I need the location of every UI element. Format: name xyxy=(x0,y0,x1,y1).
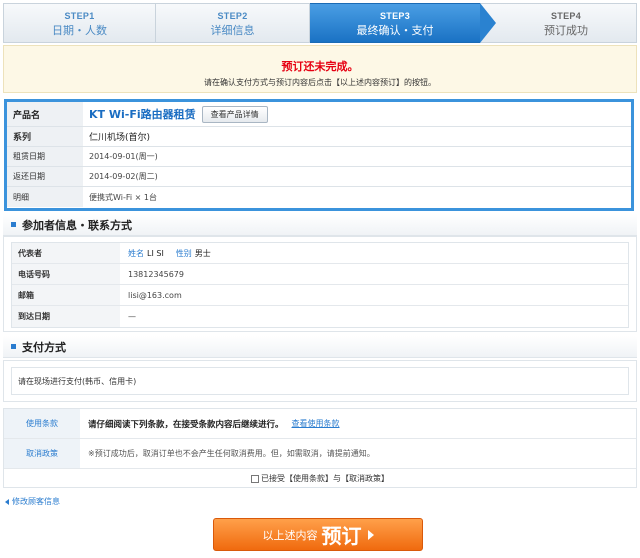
agree-terms-checkbox[interactable] xyxy=(251,474,259,483)
step-1-number: STEP1 xyxy=(64,11,95,21)
payment-panel: 请在现场进行支付(韩币、信用卡) xyxy=(3,360,637,402)
terms-label: 使用条款 xyxy=(4,409,80,438)
rent-date-value: 2014-09-01(周一) xyxy=(89,152,158,161)
step-3-active: STEP3 最终确认・支付 xyxy=(310,3,496,43)
chevron-right-icon xyxy=(367,529,374,540)
gender-tag: 性别 xyxy=(175,248,192,258)
product-summary-table: 产品名 KT Wi-Fi路由器租赁 查看产品详情 系列 仁川机场(首尔) 租赁日… xyxy=(4,99,634,211)
arrival-date-value: — xyxy=(128,312,136,321)
payment-section-header: 支付方式 xyxy=(3,336,637,358)
phone-row: 电话号码 13812345679 xyxy=(12,264,628,285)
step-progress-bar: STEP1 日期・人数 STEP2 详细信息 STEP3 最终确认・支付 STE… xyxy=(3,3,637,43)
step-3-number: STEP3 xyxy=(379,11,410,21)
terms-instruction: 请仔细阅读下列条款，在接受条款内容后继续进行。 xyxy=(88,419,284,430)
back-arrow-icon xyxy=(5,498,9,505)
rent-date-row: 租赁日期 2014-09-01(周一) xyxy=(7,147,631,167)
product-series-row: 系列 仁川机场(首尔) xyxy=(7,127,631,147)
step-1-label: 日期・人数 xyxy=(52,24,107,37)
submit-button-label: 预订 xyxy=(321,524,362,548)
step-4-label: 预订成功 xyxy=(544,24,588,37)
agree-terms-label[interactable]: 已接受【使用条款】与【取消政策】 xyxy=(261,473,389,484)
product-series-value: 仁川机场(首尔) xyxy=(89,133,151,143)
name-tag: 姓名 xyxy=(128,248,144,258)
return-date-value: 2014-09-02(周二) xyxy=(89,172,158,181)
return-date-row: 返还日期 2014-09-02(周二) xyxy=(7,167,631,187)
terms-cell: 请仔细阅读下列条款，在接受条款内容后继续进行。 查看使用条款 xyxy=(80,409,636,438)
details-value: 便携式Wi-Fi × 1台 xyxy=(89,192,157,202)
step-4-number: STEP4 xyxy=(550,11,581,21)
terms-panel: 使用条款 请仔细阅读下列条款，在接受条款内容后继续进行。 查看使用条款 取消政策… xyxy=(3,408,637,488)
step-1: STEP1 日期・人数 xyxy=(3,3,156,43)
product-name-cell: KT Wi-Fi路由器租赁 查看产品详情 xyxy=(83,102,631,126)
representative-label: 代表者 xyxy=(12,243,120,263)
email-row: 邮箱 lisi@163.com xyxy=(12,285,628,306)
step-3-label: 最终确认・支付 xyxy=(356,24,434,37)
participant-section-header: 参加者信息・联系方式 xyxy=(3,214,637,236)
step-4: STEP4 预订成功 xyxy=(480,3,637,43)
view-terms-link[interactable]: 查看使用条款 xyxy=(292,418,340,429)
submit-booking-button[interactable]: 以上述内容 预订 xyxy=(213,518,423,551)
phone-value: 13812345679 xyxy=(128,269,184,279)
arrival-date-row: 到达日期 — xyxy=(12,306,628,327)
step-2-label: 详细信息 xyxy=(210,24,255,37)
details-row: 明细 便携式Wi-Fi × 1台 xyxy=(7,187,631,207)
representative-name: LI SI xyxy=(147,248,164,258)
notice-subtitle: 请在确认支付方式与预订内容后点击【以上述内容预订】的按钮。 xyxy=(204,78,436,87)
representative-row: 代表者 姓名 LI SI 性别 男士 xyxy=(12,243,628,264)
view-product-details-button[interactable]: 查看产品详情 xyxy=(201,105,268,123)
submit-button-prefix: 以上述内容 xyxy=(262,528,318,542)
details-label: 明细 xyxy=(7,187,83,207)
rent-date-label: 租赁日期 xyxy=(7,147,83,166)
participant-info-panel: 代表者 姓名 LI SI 性别 男士 电话号码 13812345679 邮箱 l… xyxy=(3,236,637,332)
email-value: lisi@163.com xyxy=(128,290,182,300)
representative-gender: 男士 xyxy=(194,248,211,258)
product-name-row: 产品名 KT Wi-Fi路由器租赁 查看产品详情 xyxy=(7,102,631,127)
arrival-date-label: 到达日期 xyxy=(12,306,120,327)
step-2-number: STEP2 xyxy=(217,11,248,21)
participant-table: 代表者 姓名 LI SI 性别 男士 电话号码 13812345679 邮箱 l… xyxy=(11,242,629,328)
representative-value: 姓名 LI SI 性别 男士 xyxy=(120,243,628,263)
product-series-label: 系列 xyxy=(7,127,83,146)
payment-section-title: 支付方式 xyxy=(22,340,66,354)
terms-row: 使用条款 请仔细阅读下列条款，在接受条款内容后继续进行。 查看使用条款 xyxy=(4,409,636,439)
product-name: KT Wi-Fi路由器租赁 xyxy=(89,108,196,121)
section-bullet-icon xyxy=(11,344,16,349)
cancel-policy-row: 取消政策 ※预订成功后，取消订单也不会产生任何取消费用。但，如需取消，请提前通知… xyxy=(4,439,636,469)
phone-label: 电话号码 xyxy=(12,264,120,284)
section-bullet-icon xyxy=(11,222,16,227)
participant-section-title: 参加者信息・联系方式 xyxy=(22,218,132,232)
email-label: 邮箱 xyxy=(12,285,120,305)
product-name-label: 产品名 xyxy=(7,102,83,126)
notice-title: 预订还未完成。 xyxy=(281,60,359,73)
cancel-policy-text: ※预订成功后，取消订单也不会产生任何取消费用。但，如需取消，请提前通知。 xyxy=(88,449,375,458)
payment-method-text: 请在现场进行支付(韩币、信用卡) xyxy=(11,367,629,395)
edit-customer-info-link[interactable]: 修改顾客信息 xyxy=(5,496,60,507)
return-date-label: 返还日期 xyxy=(7,167,83,186)
edit-customer-info-label[interactable]: 修改顾客信息 xyxy=(12,496,60,507)
step-2: STEP2 详细信息 xyxy=(156,3,310,43)
agree-terms-row[interactable]: 已接受【使用条款】与【取消政策】 xyxy=(4,469,636,488)
booking-incomplete-notice: 预订还未完成。 请在确认支付方式与预订内容后点击【以上述内容预订】的按钮。 xyxy=(3,45,637,93)
cancel-policy-label: 取消政策 xyxy=(4,439,80,468)
